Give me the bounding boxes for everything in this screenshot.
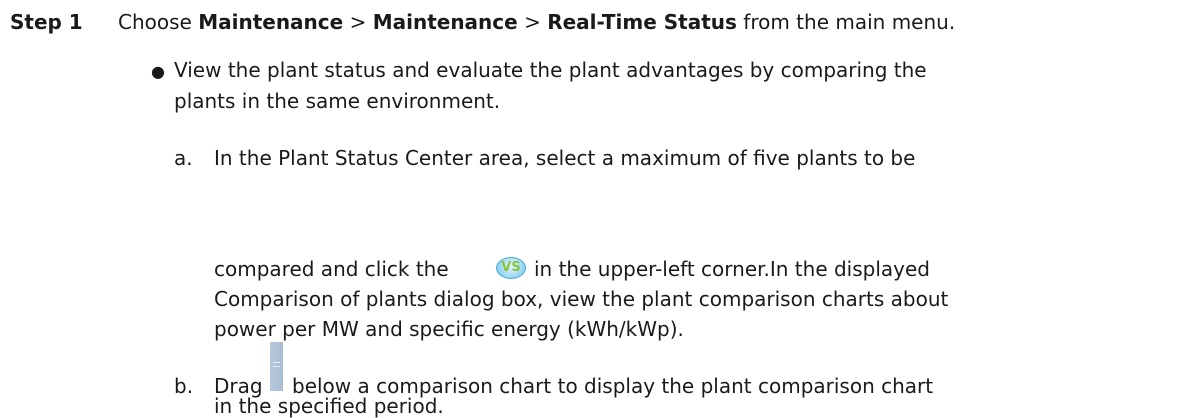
drag-handle-icon[interactable] (270, 342, 283, 391)
bullet-text-line-1: View the plant status and evaluate the p… (174, 58, 927, 82)
vs-compare-icon[interactable]: VS (496, 257, 526, 279)
item-a-line-2: compared and click the (214, 257, 449, 281)
item-b-marker: b. (174, 374, 194, 398)
drag-grip-line-1 (273, 362, 280, 363)
item-a-marker: a. (174, 146, 193, 170)
menu-path-separator-2: > (517, 10, 548, 34)
menu-path-separator-1: > (343, 10, 373, 34)
menu-path-maintenance-2: Maintenance (372, 10, 518, 34)
bullet-text-line-2: plants in the same environment. (174, 89, 501, 113)
step-1-instruction: Choose Maintenance > Maintenance > Real-… (118, 10, 955, 34)
item-a-line-2-end: in the upper-left corner.In the displaye… (534, 257, 931, 281)
item-a-line-2-start: compared and click the (214, 257, 449, 281)
menu-path-real-time-status: Real-Time Status (547, 10, 737, 34)
item-a-line-1: In the Plant Status Center area, select … (214, 146, 916, 170)
item-b-line-2: in the specified period. (214, 394, 444, 418)
item-a-line-3: Comparison of plants dialog box, view th… (214, 287, 949, 311)
step-choose-text: Choose (118, 10, 199, 34)
bullet-marker: ● (151, 62, 165, 81)
step-1-label: Step 1 (10, 10, 83, 34)
item-a-line-4: power per MW and specific energy (kWh/kW… (214, 317, 684, 341)
menu-path-maintenance-1: Maintenance (198, 10, 344, 34)
drag-grip-line-2 (273, 366, 280, 367)
step-suffix-text: from the main menu. (736, 10, 956, 34)
vs-icon-text: VS (501, 260, 521, 275)
